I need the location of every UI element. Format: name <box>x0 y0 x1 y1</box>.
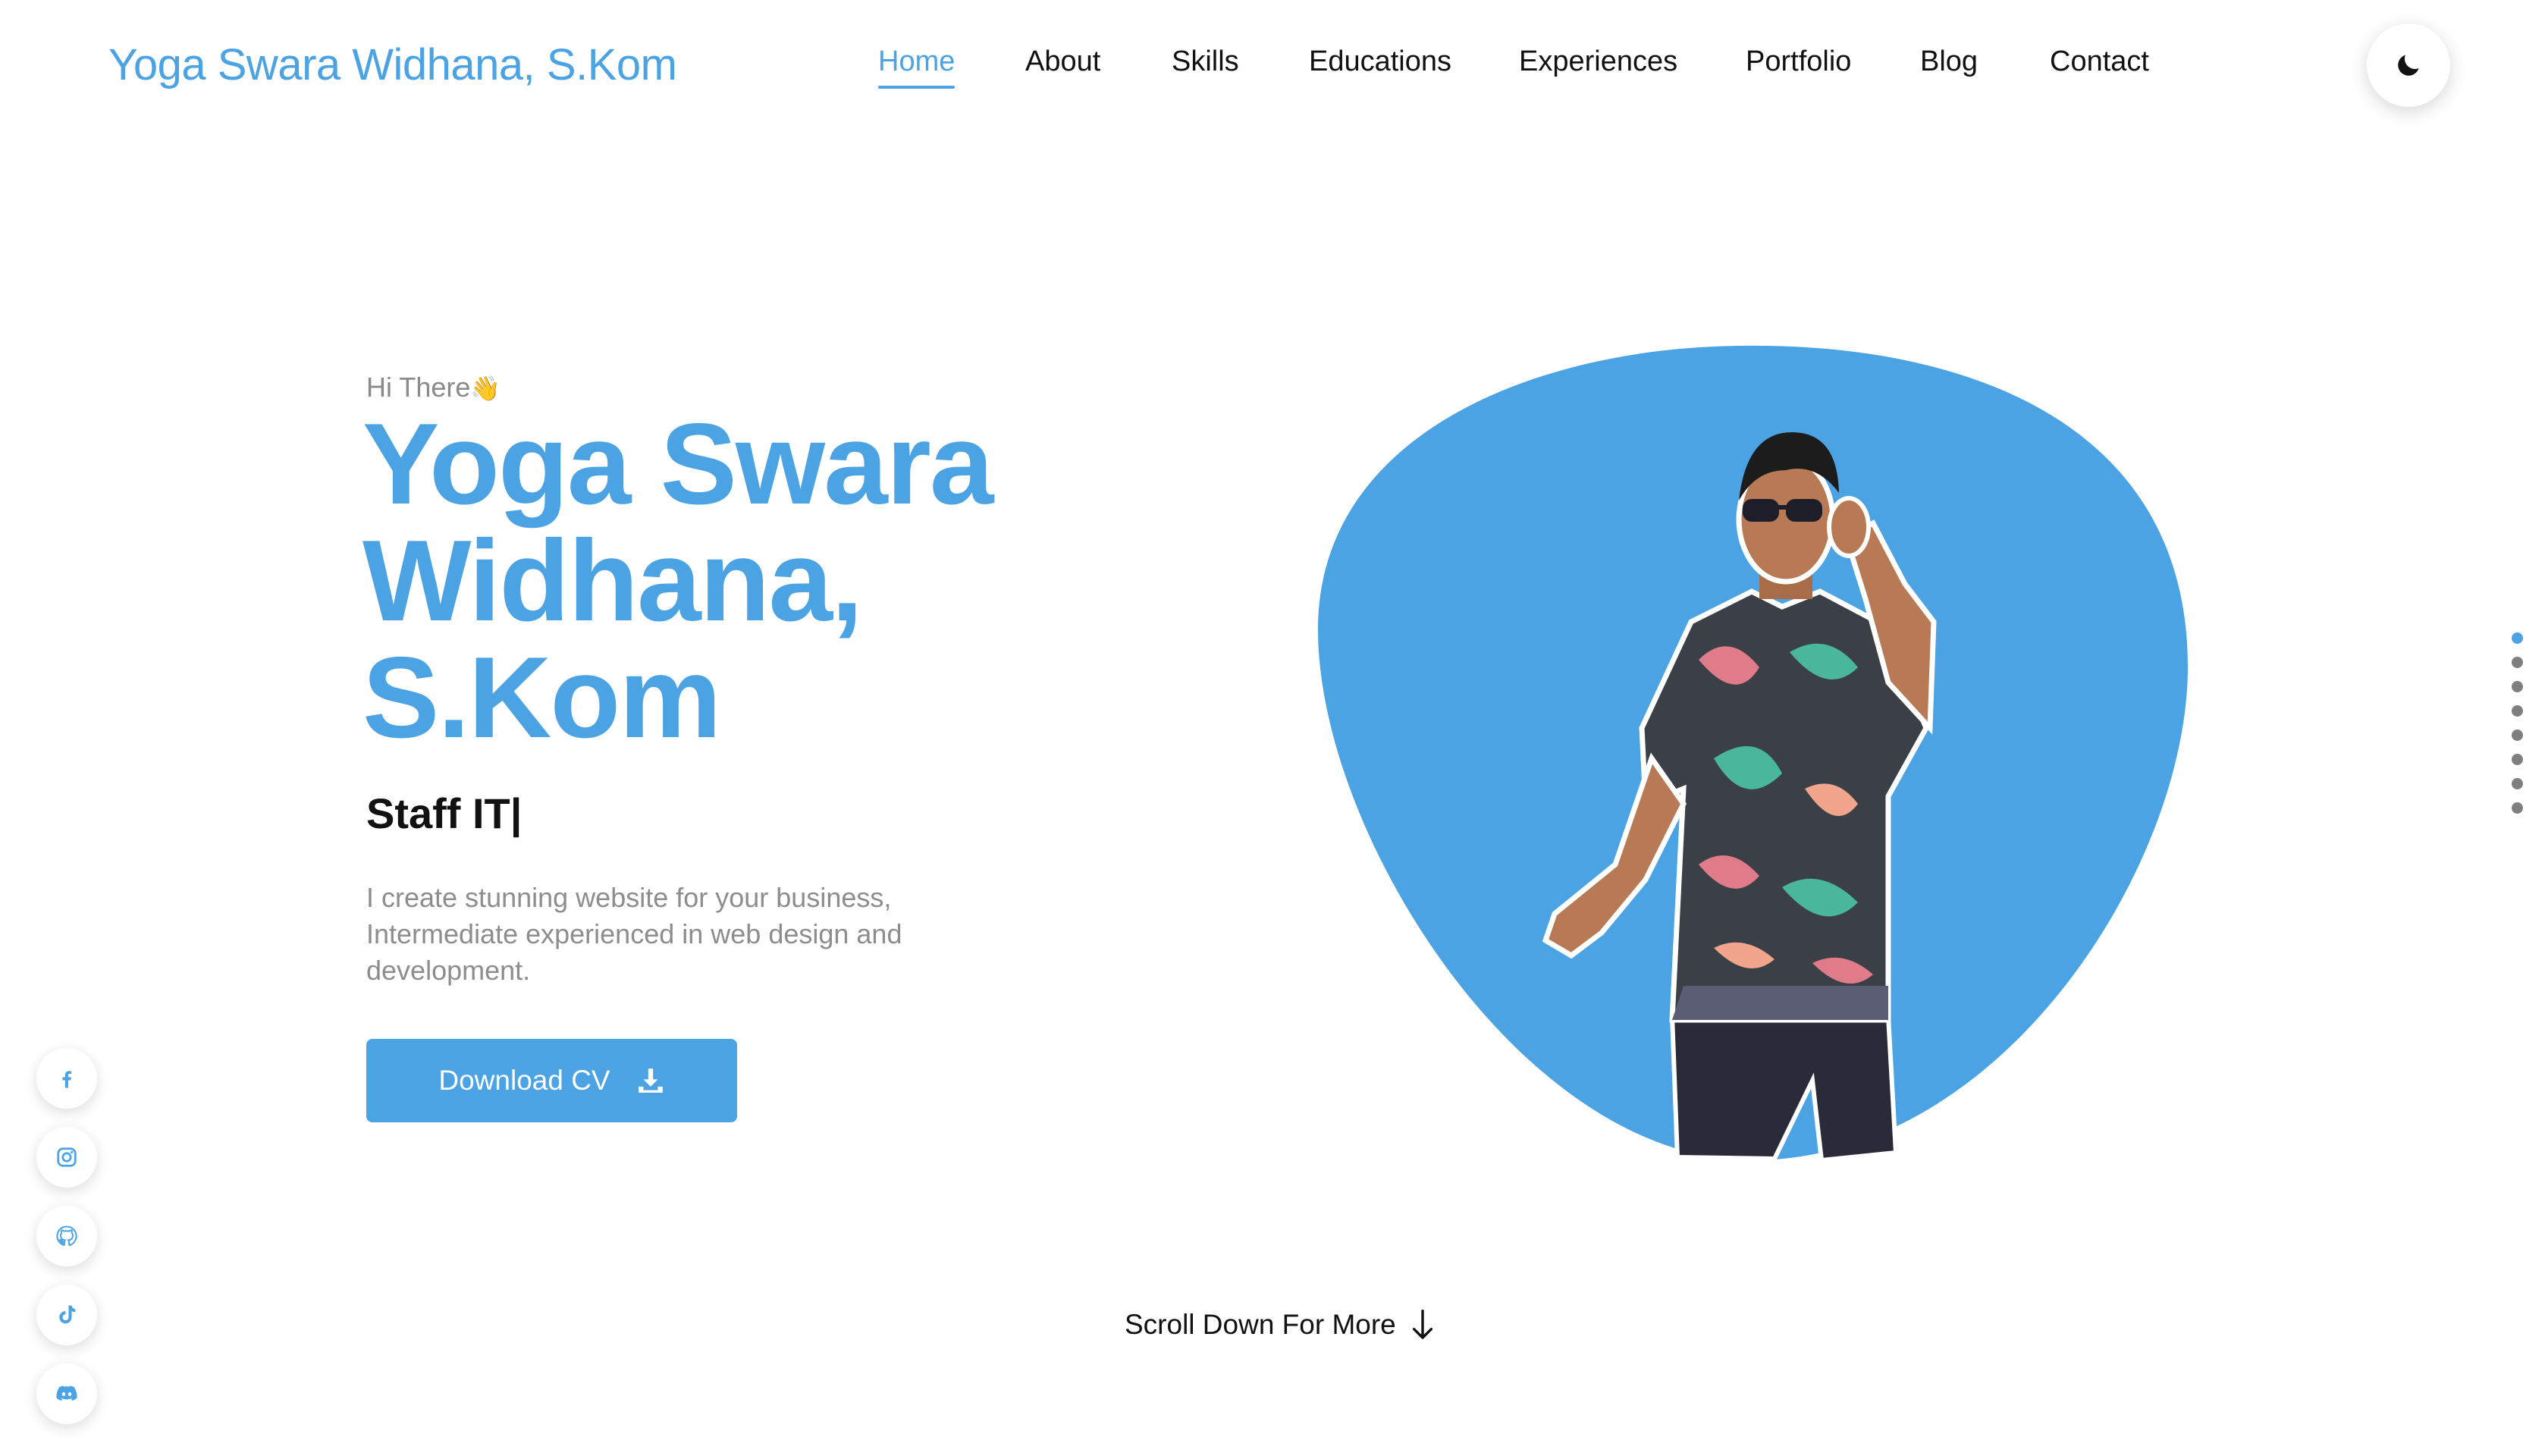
portrait-illustration <box>1318 345 2188 1163</box>
pager-dot[interactable] <box>2512 802 2523 814</box>
brand-logo-text[interactable]: Yoga Swara Widhana, S.Kom <box>108 39 677 90</box>
nav-experiences[interactable]: Experiences <box>1519 46 1677 78</box>
nav-home[interactable]: Home <box>878 46 956 89</box>
facebook-link[interactable] <box>36 1048 97 1109</box>
waving-hand-icon: 👋 <box>470 375 501 402</box>
github-link[interactable] <box>36 1206 97 1266</box>
nav-educations[interactable]: Educations <box>1309 46 1451 78</box>
theme-toggle-button[interactable] <box>2367 24 2450 107</box>
github-icon <box>56 1225 77 1246</box>
scroll-down-label: Scroll Down For More <box>1125 1309 1396 1340</box>
hero-name: Yoga Swara Widhana, S.Kom <box>362 400 993 762</box>
nav-contact[interactable]: Contact <box>2050 46 2149 78</box>
nav-about[interactable]: About <box>1025 46 1100 78</box>
pager-dot[interactable] <box>2512 778 2523 789</box>
download-icon <box>638 1068 663 1093</box>
arrow-down-icon <box>1412 1309 1432 1339</box>
instagram-icon <box>57 1147 77 1167</box>
page: Yoga Swara Widhana, S.Kom Home About Ski… <box>0 0 2548 1456</box>
tiktok-link[interactable] <box>36 1285 97 1345</box>
scroll-down-link[interactable]: Scroll Down For More <box>1125 1308 1436 1341</box>
discord-icon <box>56 1385 77 1401</box>
pager-dot[interactable] <box>2512 681 2523 692</box>
download-cv-label: Download CV <box>438 1065 610 1096</box>
hero-description: I create stunning website for your busin… <box>366 882 902 986</box>
nav-blog[interactable]: Blog <box>1920 46 1978 78</box>
pager-dot[interactable] <box>2512 632 2523 644</box>
pager-dot[interactable] <box>2512 705 2523 717</box>
instagram-link[interactable] <box>36 1127 97 1188</box>
tiktok-icon <box>59 1305 76 1324</box>
hero-portrait <box>1289 334 2199 1168</box>
pager-dot[interactable] <box>2512 754 2523 765</box>
greeting-text: Hi There <box>366 372 471 403</box>
nav-portfolio[interactable]: Portfolio <box>1746 46 1851 78</box>
discord-link[interactable] <box>36 1363 97 1424</box>
facebook-icon <box>62 1071 72 1088</box>
nav-skills[interactable]: Skills <box>1172 46 1239 78</box>
moon-icon <box>2398 55 2419 76</box>
hero-greeting: Hi There👋 <box>366 372 500 403</box>
pager-dot[interactable] <box>2512 730 2523 741</box>
pager-dot[interactable] <box>2512 657 2523 668</box>
download-cv-button[interactable]: Download CV <box>366 1039 737 1122</box>
hero-role: Staff IT| <box>366 789 522 837</box>
